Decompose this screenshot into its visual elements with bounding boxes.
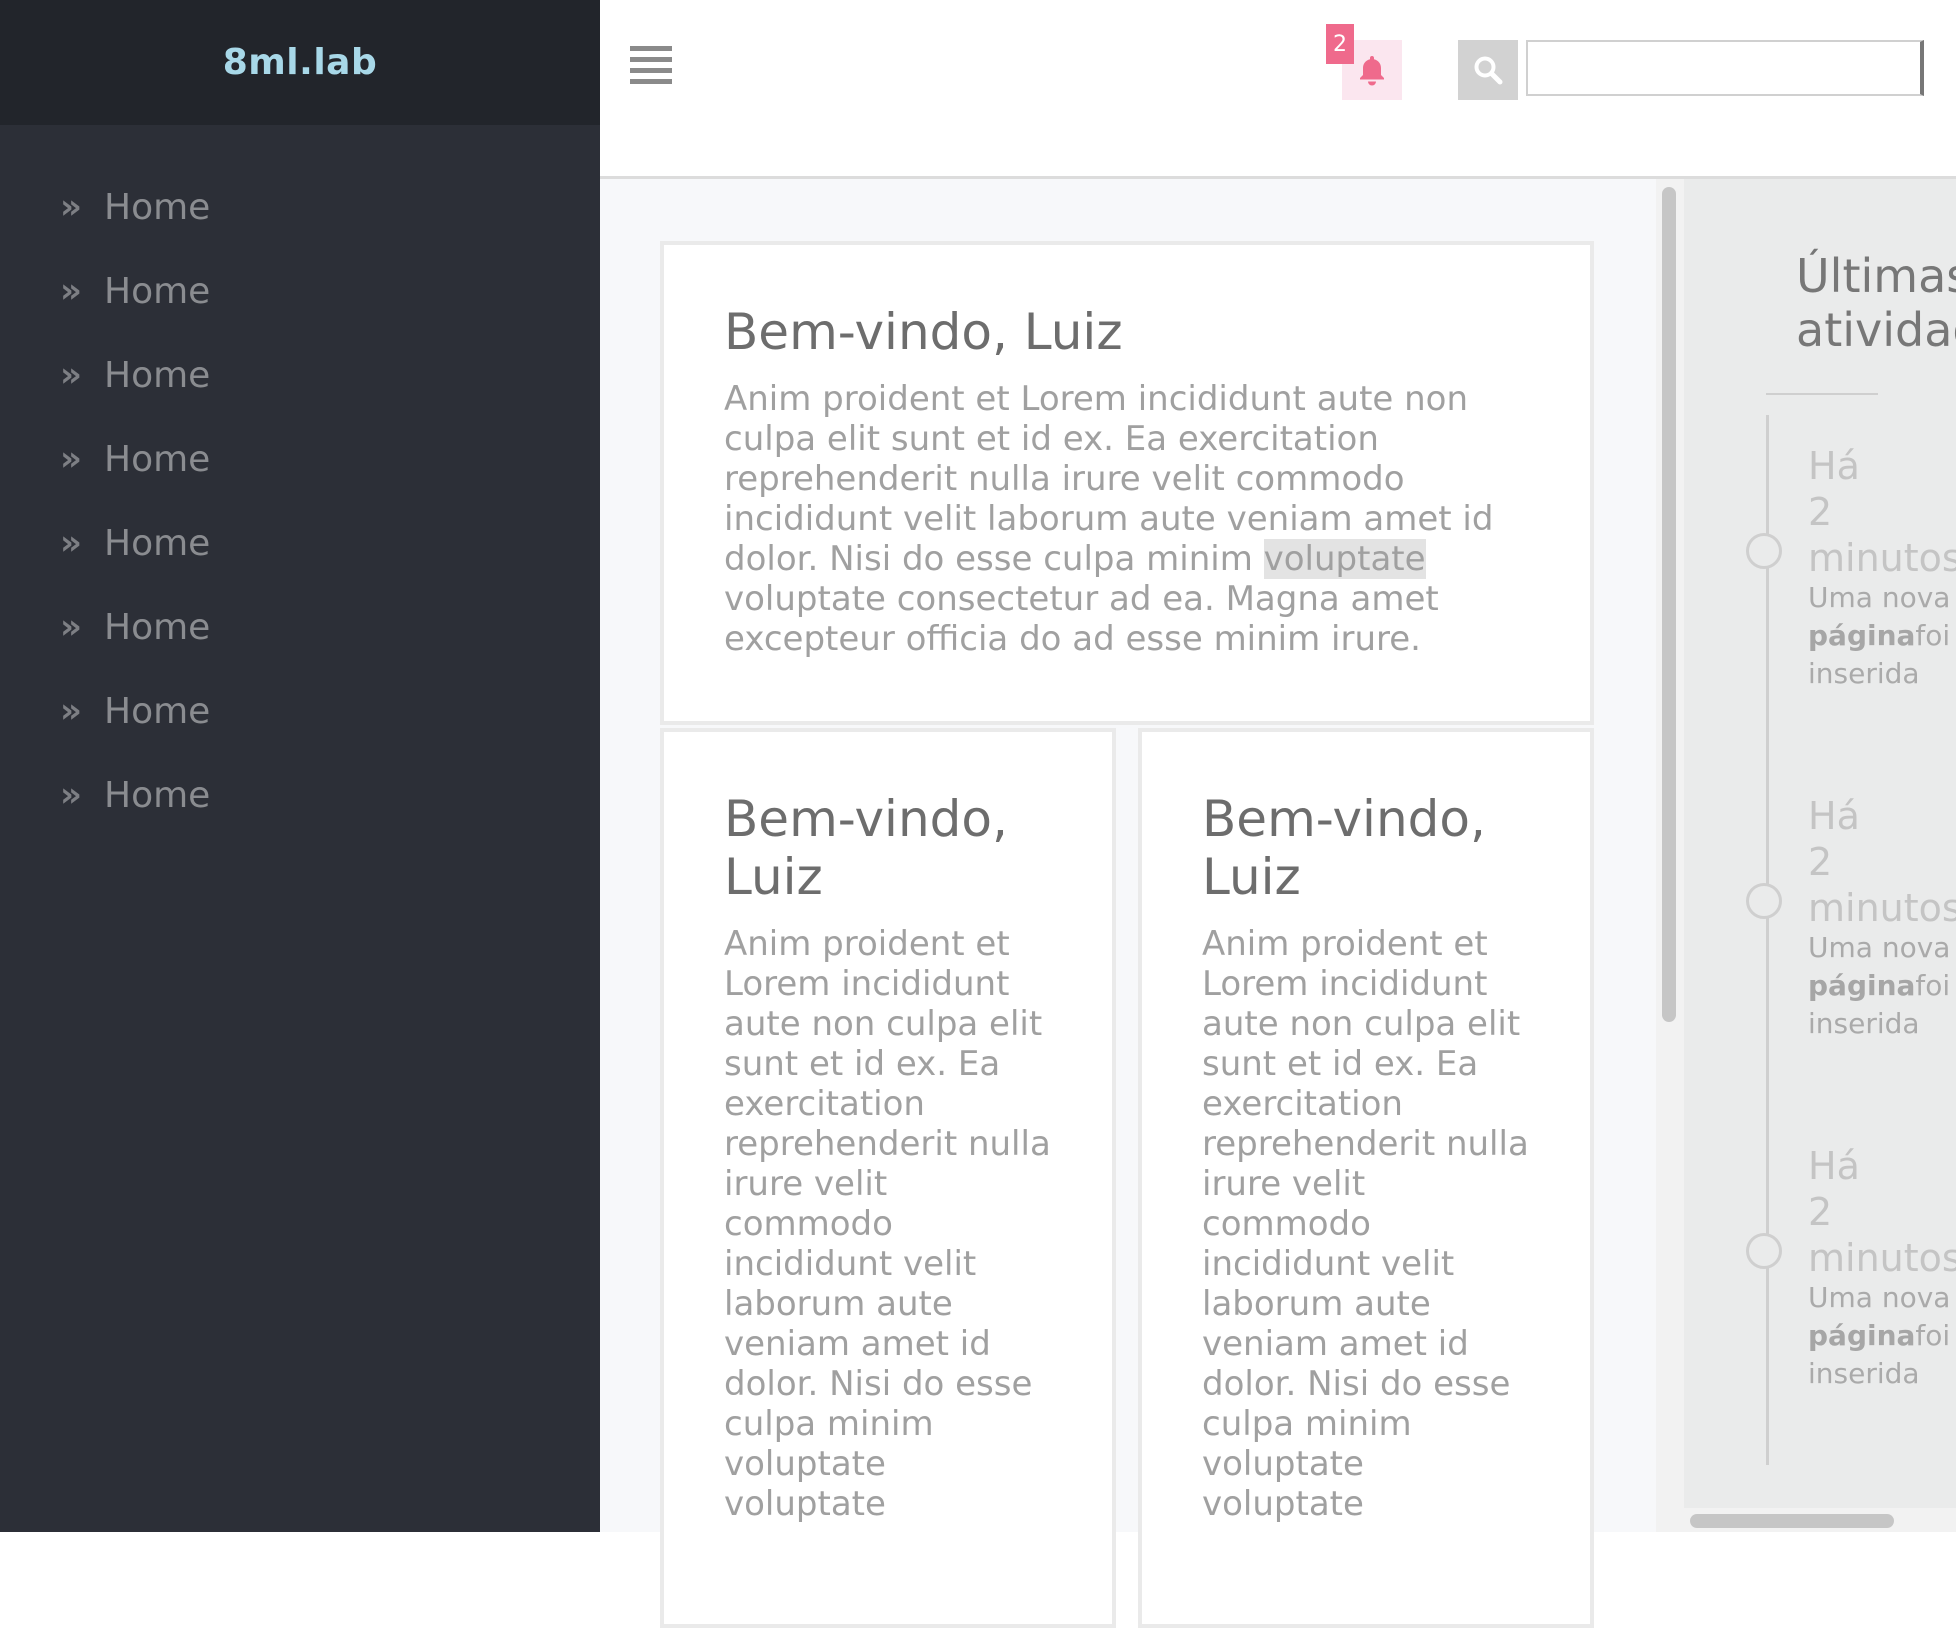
sidebar-item-home[interactable]: » Home: [0, 333, 600, 417]
activity-panel: Últimasatividades Há 2 minutos Uma nova …: [1684, 179, 1956, 1532]
search-icon: [1474, 56, 1503, 85]
activity-text-bold: página: [1808, 619, 1916, 652]
double-chevron-right-icon: »: [60, 355, 82, 395]
selected-text: voluptate: [1263, 539, 1426, 579]
welcome-card: Bem-vindo, Luiz Anim proident et Lorem i…: [660, 728, 1116, 1628]
sidebar-item-label: Home: [104, 774, 211, 816]
double-chevron-right-icon: »: [60, 187, 82, 227]
sidebar-nav: » Home » Home » Home » Home » Home » Home » Hom…: [0, 165, 600, 837]
main-content: Bem-vindo, Luiz Anim proident et Lorem i…: [600, 179, 1684, 1628]
notification-count-badge: 2: [1326, 24, 1354, 64]
timeline-line: [1766, 415, 1769, 1465]
card-title: Bem-vindo, Luiz: [724, 790, 1008, 906]
sidebar-item-label: Home: [104, 186, 211, 228]
search-input[interactable]: [1526, 40, 1924, 96]
sidebar-item-label: Home: [104, 438, 211, 480]
activity-time: Há 2 minutos: [1808, 444, 1956, 580]
sidebar-item-label: Home: [104, 270, 211, 312]
sidebar-item-home[interactable]: » Home: [0, 669, 600, 753]
divider: [1766, 393, 1878, 395]
double-chevron-right-icon: »: [60, 271, 82, 311]
sidebar-item-label: Home: [104, 522, 211, 564]
main-scrollbar[interactable]: [1656, 179, 1684, 1532]
activity-title-line: Últimas: [1796, 249, 1956, 303]
activity-text-part: Uma nova: [1808, 581, 1951, 614]
sidebar-item-home[interactable]: » Home: [0, 753, 600, 837]
search-button[interactable]: [1458, 40, 1518, 100]
timeline-dot-icon: [1746, 533, 1782, 569]
card-body: Anim proident et Lorem incididunt aute n…: [1202, 924, 1529, 1524]
timeline-dot-icon: [1746, 883, 1782, 919]
sidebar-item-home[interactable]: » Home: [0, 585, 600, 669]
activity-text: Uma nova páginafoi inserida: [1808, 1279, 1956, 1393]
brand-header: 8ml.lab: [0, 0, 600, 125]
double-chevron-right-icon: »: [60, 691, 82, 731]
welcome-card: Bem-vindo, Luiz Anim proident et Lorem i…: [660, 241, 1594, 725]
double-chevron-right-icon: »: [60, 439, 82, 479]
sidebar-item-label: Home: [104, 354, 211, 396]
activity-text-bold: página: [1808, 1319, 1916, 1352]
sidebar-item-home[interactable]: » Home: [0, 249, 600, 333]
double-chevron-right-icon: »: [60, 607, 82, 647]
activity-title: Últimasatividades: [1796, 249, 1956, 357]
card-body: Anim proident et Lorem incididunt aute n…: [724, 379, 1530, 659]
sidebar-item-home[interactable]: » Home: [0, 501, 600, 585]
double-chevron-right-icon: »: [60, 775, 82, 815]
activity-text: Uma nova páginafoi inserida: [1808, 929, 1956, 1043]
welcome-card: Bem-vindo, Luiz Anim proident et Lorem i…: [1138, 728, 1594, 1628]
sidebar-item-label: Home: [104, 690, 211, 732]
activity-time: Há 2 minutos: [1808, 1144, 1956, 1280]
card-title: Bem-vindo, Luiz: [724, 303, 1123, 361]
activity-title-line: atividades: [1796, 303, 1956, 357]
activity-horizontal-scrollbar[interactable]: [1684, 1508, 1956, 1532]
activity-time: Há 2 minutos: [1808, 794, 1956, 930]
menu-icon[interactable]: [630, 46, 672, 86]
card-body-text: voluptate consectetur ad ea. Magna amet …: [724, 579, 1439, 659]
top-bar: 2: [600, 0, 1956, 179]
activity-text-part: Uma nova: [1808, 1281, 1951, 1314]
card-title: Bem-vindo, Luiz: [1202, 790, 1486, 906]
sidebar-item-label: Home: [104, 606, 211, 648]
bell-icon: [1360, 56, 1384, 86]
activity-text-part: Uma nova: [1808, 931, 1951, 964]
double-chevron-right-icon: »: [60, 523, 82, 563]
timeline-dot-icon: [1746, 1233, 1782, 1269]
scrollbar-thumb[interactable]: [1662, 187, 1676, 1022]
card-body: Anim proident et Lorem incididunt aute n…: [724, 924, 1051, 1524]
scrollbar-thumb[interactable]: [1690, 1514, 1894, 1528]
activity-text-bold: página: [1808, 969, 1916, 1002]
sidebar-item-home[interactable]: » Home: [0, 165, 600, 249]
sidebar-item-home[interactable]: » Home: [0, 417, 600, 501]
activity-text: Uma nova páginafoi inserida: [1808, 579, 1956, 693]
brand-logo-text[interactable]: 8ml.lab: [223, 42, 377, 83]
sidebar: 8ml.lab » Home » Home » Home » Home » Home » H…: [0, 0, 600, 1532]
